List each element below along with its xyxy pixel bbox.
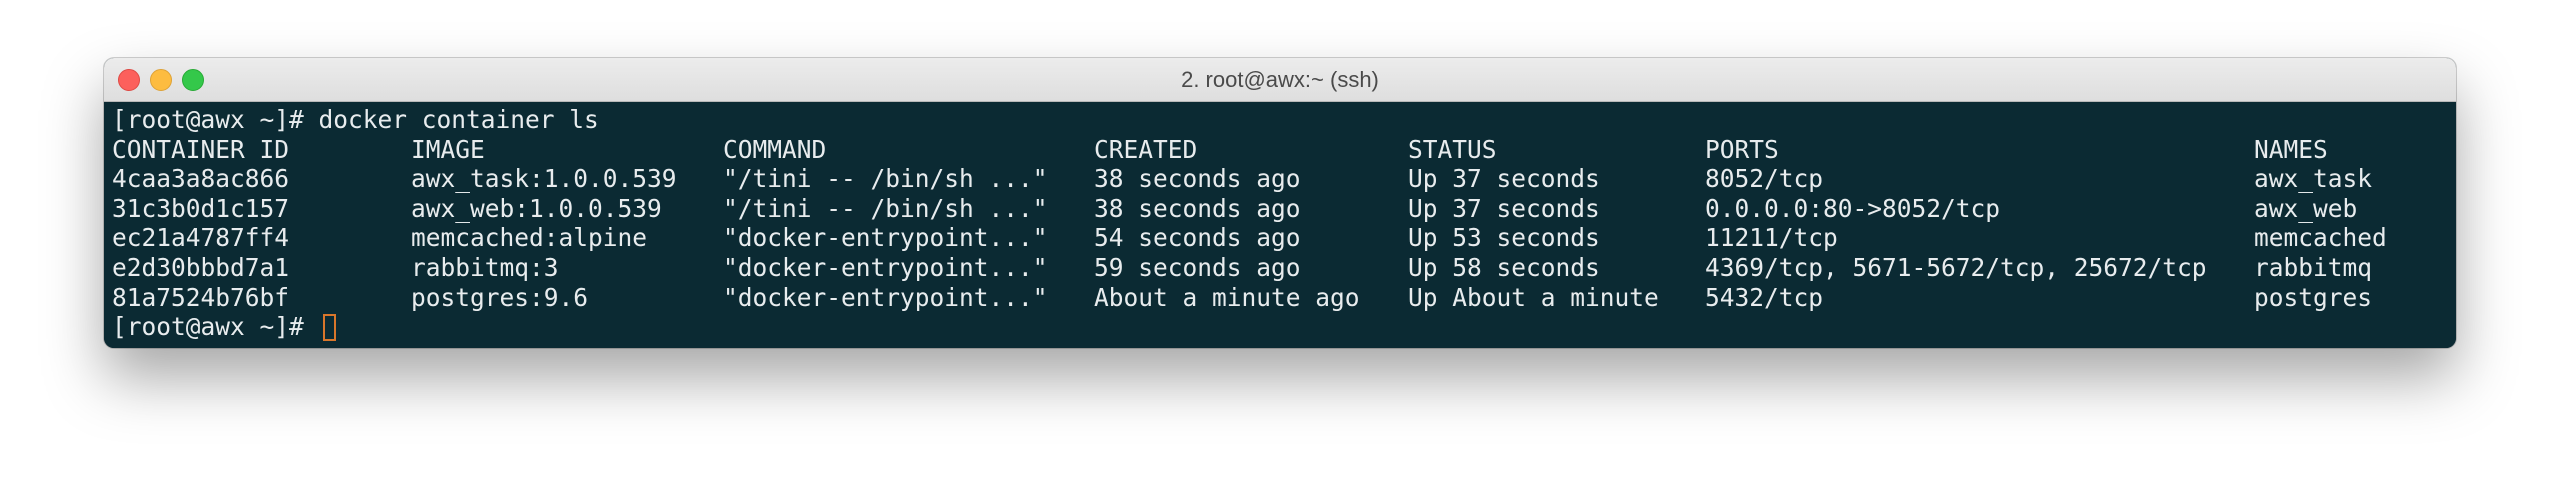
header-image: IMAGE — [411, 134, 485, 164]
cell-status: Up 58 seconds — [1408, 253, 1600, 282]
cell-created: 59 seconds ago — [1094, 253, 1301, 282]
cell-ports: 0.0.0.0:80->8052/tcp — [1705, 193, 2001, 223]
cell-image: rabbitmq:3 — [411, 253, 559, 282]
cell-names: awx_task — [2254, 164, 2373, 194]
table-row: e2d30bbbd7a1 rabbitmq:3 "docker-entrypoi… — [104, 253, 2456, 283]
cell-image: awx_task:1.0.0.539 — [411, 164, 677, 194]
prompt-line[interactable]: [root@awx ~]# — [112, 312, 336, 342]
cell-names: awx_web — [2254, 193, 2358, 223]
prompt-text: [root@awx ~]# — [112, 312, 319, 342]
window-title: 2. root@awx:~ (ssh) — [1181, 67, 1379, 92]
terminal-output[interactable]: [root@awx ~]# docker container ls CONTAI… — [104, 102, 2456, 348]
cell-command: "/tini -- /bin/sh ..." — [723, 164, 1048, 194]
cell-names: memcached — [2254, 223, 2387, 253]
cell-ports: 4369/tcp, 5671-5672/tcp, 25672/tcp — [1705, 253, 2207, 282]
cell-names: postgres — [2254, 282, 2373, 312]
cell-created: 54 seconds ago — [1094, 223, 1301, 253]
cell-command: "docker-entrypoint..." — [723, 223, 1048, 253]
terminal-window: 2. root@awx:~ (ssh) [root@awx ~]# docker… — [104, 58, 2456, 348]
command-line: [root@awx ~]# docker container ls — [112, 105, 599, 134]
cell-created: 38 seconds ago — [1094, 164, 1301, 194]
cell-container-id: 81a7524b76bf — [112, 282, 290, 312]
header-status: STATUS — [1408, 134, 1497, 164]
cell-status: Up 37 seconds — [1408, 164, 1600, 194]
header-ports: PORTS — [1705, 134, 1779, 164]
cursor-block — [322, 314, 336, 342]
header-container-id: CONTAINER ID — [112, 134, 290, 164]
cell-command: "docker-entrypoint..." — [723, 282, 1048, 312]
table-header-row: CONTAINER ID IMAGE COMMAND CREATED STATU… — [104, 135, 2456, 165]
cell-created: About a minute ago — [1094, 282, 1360, 312]
header-command: COMMAND — [723, 134, 827, 164]
cell-created: 38 seconds ago — [1094, 193, 1301, 223]
cell-ports: 8052/tcp — [1705, 164, 1824, 194]
cell-image: memcached:alpine — [411, 223, 648, 253]
cell-container-id: 4caa3a8ac866 — [112, 164, 290, 194]
table-row: 31c3b0d1c157 awx_web:1.0.0.539 "/tini --… — [104, 194, 2456, 224]
cell-ports: 5432/tcp — [1705, 282, 1824, 312]
cell-names: rabbitmq — [2254, 253, 2373, 282]
cell-command: "docker-entrypoint..." — [723, 253, 1048, 282]
table-row: ec21a4787ff4 memcached:alpine "docker-en… — [104, 223, 2456, 253]
cell-container-id: ec21a4787ff4 — [112, 223, 290, 253]
cell-container-id: 31c3b0d1c157 — [112, 193, 290, 223]
cell-status: Up About a minute — [1408, 282, 1659, 312]
table-row: 81a7524b76bf postgres:9.6 "docker-entryp… — [104, 283, 2456, 313]
cell-image: postgres:9.6 — [411, 282, 589, 312]
title-bar[interactable]: 2. root@awx:~ (ssh) — [104, 58, 2456, 102]
cell-status: Up 53 seconds — [1408, 223, 1600, 253]
cell-ports: 11211/tcp — [1705, 223, 1838, 253]
cell-image: awx_web:1.0.0.539 — [411, 193, 662, 223]
cell-command: "/tini -- /bin/sh ..." — [723, 193, 1048, 223]
header-created: CREATED — [1094, 134, 1198, 164]
header-names: NAMES — [2254, 134, 2328, 164]
cell-container-id: e2d30bbbd7a1 — [112, 253, 290, 282]
table-row: 4caa3a8ac866 awx_task:1.0.0.539 "/tini -… — [104, 164, 2456, 194]
cell-status: Up 37 seconds — [1408, 193, 1600, 223]
